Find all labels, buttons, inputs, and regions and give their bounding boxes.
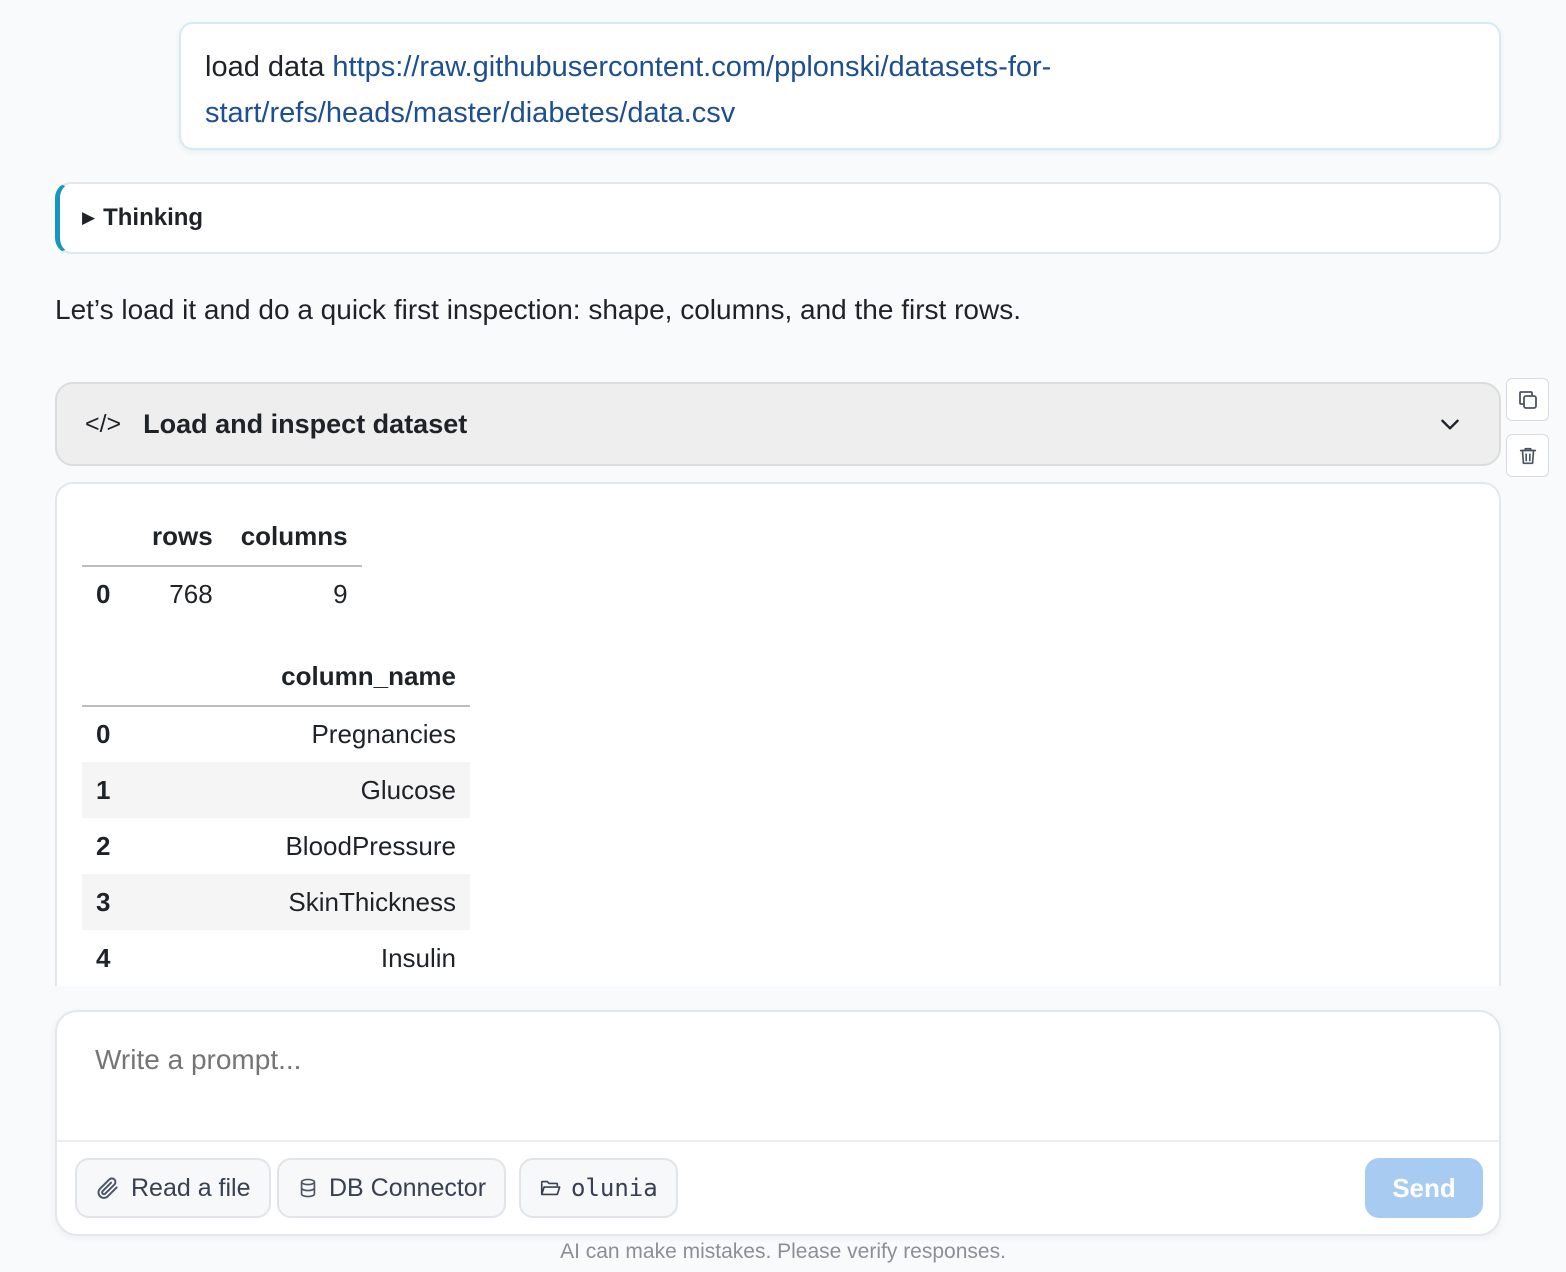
dataset-link[interactable]: https://raw.githubusercontent.com/pplons…: [205, 51, 1051, 129]
assistant-message: Let’s load it and do a quick first inspe…: [55, 294, 1021, 325]
database-icon: [300, 1178, 316, 1198]
shape-header-index: [82, 508, 138, 566]
column-name-cell: Pregnancies: [311, 719, 456, 749]
table-row: 2 BloodPressure: [82, 818, 470, 874]
column-name-cell: SkinThickness: [288, 886, 456, 917]
prompt-input[interactable]: [95, 1044, 1455, 1076]
rows-value: 768: [169, 579, 213, 609]
columns-value: 9: [333, 579, 348, 609]
code-block-header[interactable]: </> Load and inspect dataset: [55, 382, 1501, 466]
row-index: 0: [96, 719, 111, 749]
chevron-down-icon[interactable]: [1437, 411, 1463, 437]
table-row: 4 Insulin: [82, 930, 470, 986]
delete-button[interactable]: [1506, 434, 1549, 477]
table-row: 0 Pregnancies: [82, 706, 470, 762]
column-name-header: column_name: [281, 661, 456, 691]
read-file-button[interactable]: Read a file: [75, 1158, 271, 1218]
user-message: load data https://raw.githubusercontent.…: [179, 22, 1501, 150]
table-row: 1 Glucose: [82, 762, 470, 818]
row-index: 0: [96, 579, 111, 609]
column-name-cell: BloodPressure: [285, 830, 456, 861]
table-row: 0 768 9: [82, 566, 362, 622]
columns-table: column_name 0 Pregnancies 1 Glucose 2 Bl…: [82, 648, 470, 986]
code-block-title: Load and inspect dataset: [143, 408, 468, 439]
copy-button[interactable]: [1506, 378, 1549, 421]
read-file-label: Read a file: [131, 1173, 251, 1202]
composer-divider: [57, 1140, 1499, 1142]
row-index: 4: [96, 942, 111, 973]
prompt-composer: Read a file DB Connector olunia Send: [55, 1010, 1501, 1236]
thinking-toggle[interactable]: ▶ Thinking: [55, 182, 1501, 254]
thinking-label: Thinking: [103, 204, 204, 231]
db-connector-button[interactable]: DB Connector: [277, 1158, 507, 1218]
folder-label: olunia: [571, 1174, 658, 1202]
user-message-prefix: load data: [205, 51, 333, 83]
row-index: 3: [96, 886, 111, 917]
cell-output: rows columns 0 768 9 column_name 0 Pregn…: [55, 482, 1501, 986]
copy-icon: [1518, 390, 1537, 409]
triangle-right-icon: ▶: [82, 208, 96, 227]
disclaimer: AI can make mistakes. Please verify resp…: [560, 1240, 1006, 1263]
row-index: 2: [96, 830, 111, 861]
send-button[interactable]: Send: [1365, 1158, 1483, 1218]
row-index: 1: [96, 774, 111, 805]
folder-open-icon: [540, 1180, 561, 1196]
column-name-cell: Insulin: [380, 942, 456, 973]
paperclip-icon: [97, 1177, 118, 1199]
shape-header-columns: columns: [240, 521, 348, 551]
trash-icon: [1519, 447, 1536, 464]
shape-table: rows columns 0 768 9: [82, 508, 362, 622]
db-connector-label: DB Connector: [329, 1173, 487, 1202]
folder-button[interactable]: olunia: [519, 1158, 678, 1218]
column-name-cell: Glucose: [360, 774, 456, 805]
table-row: 3 SkinThickness: [82, 874, 470, 930]
code-icon: </>: [85, 409, 122, 438]
shape-header-rows: rows: [152, 521, 213, 551]
